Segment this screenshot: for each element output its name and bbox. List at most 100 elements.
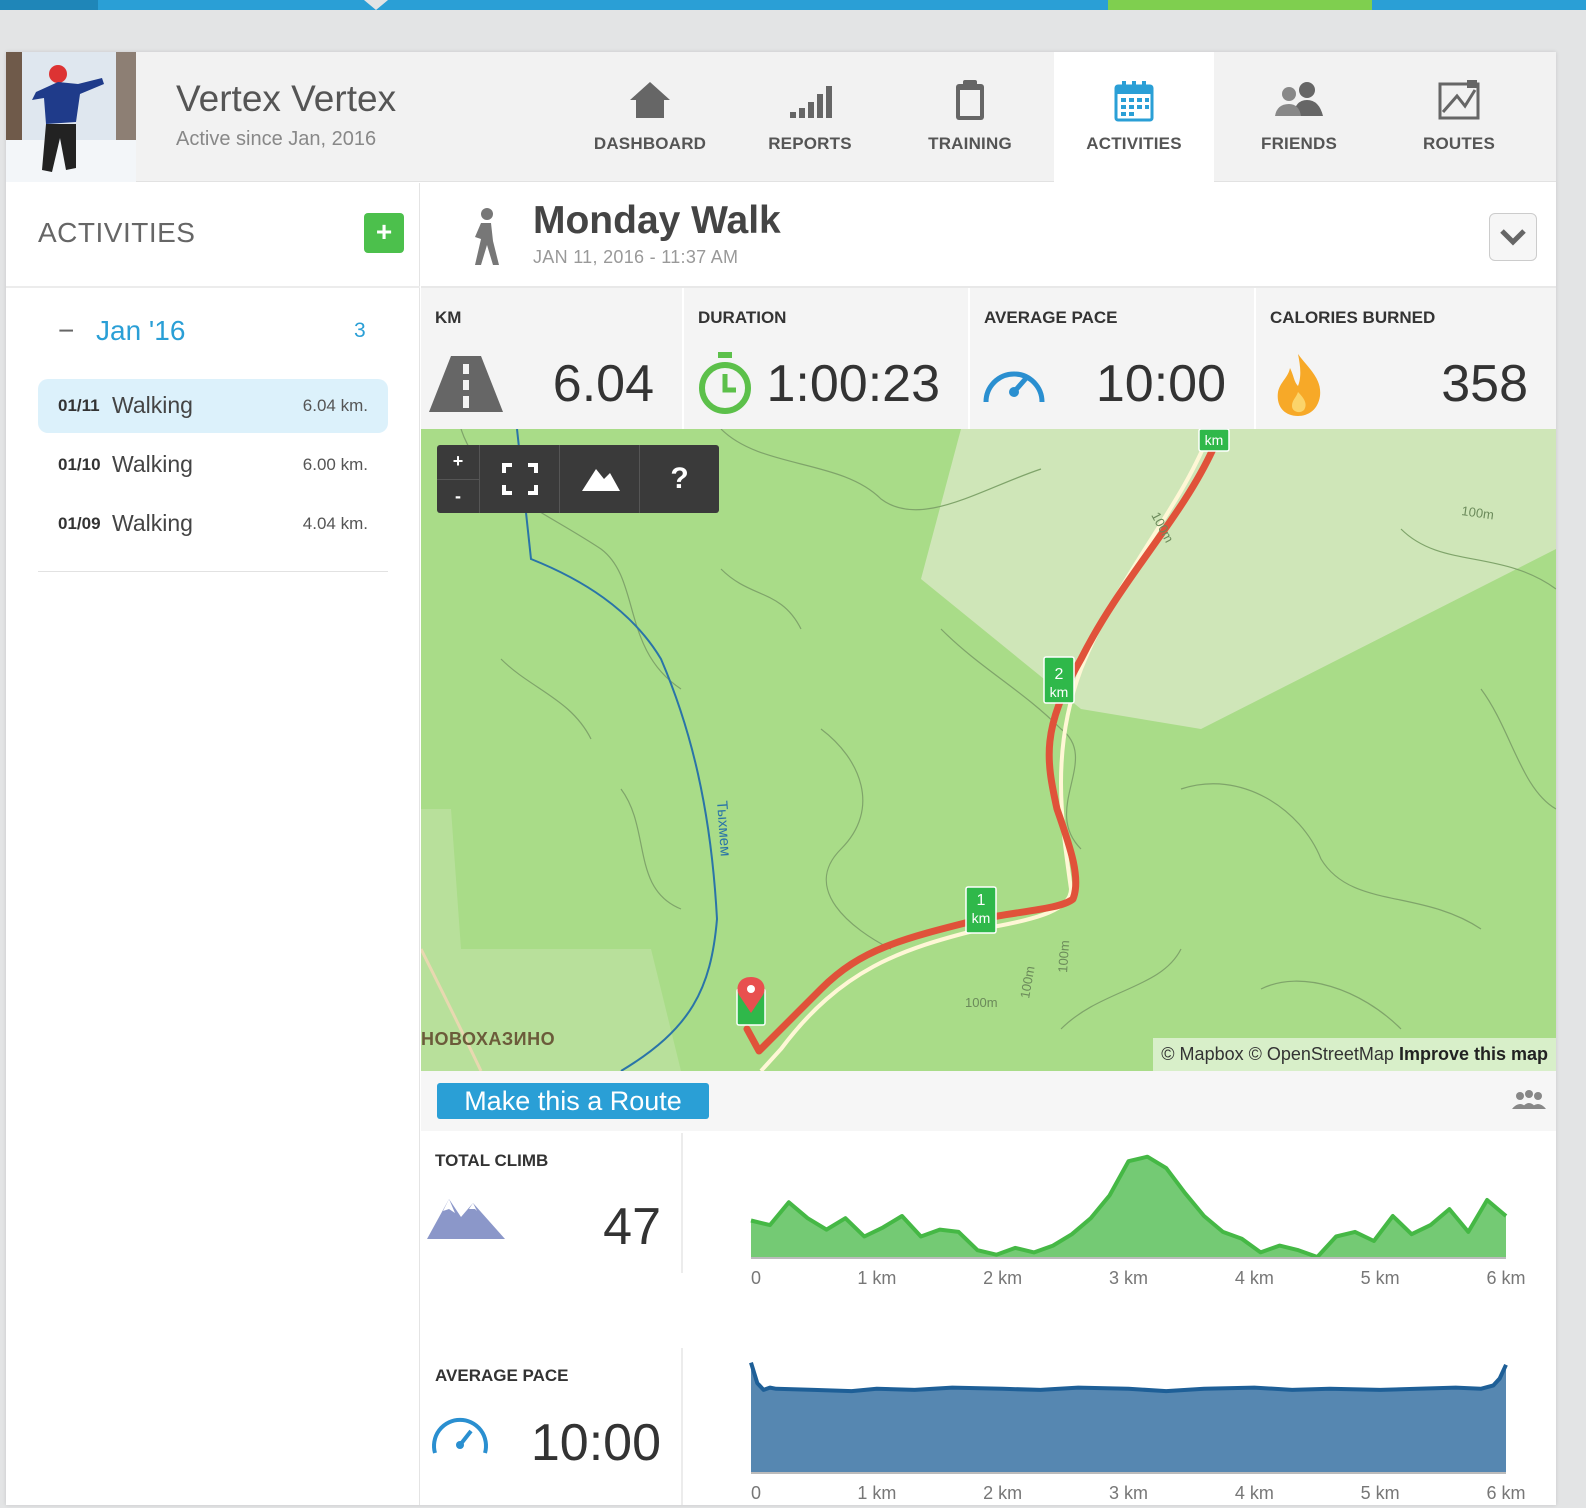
start-pin-icon[interactable]	[736, 977, 766, 1026]
mountain-icon	[582, 469, 620, 491]
stat-label: CALORIES BURNED	[1270, 308, 1436, 327]
divider	[681, 1348, 683, 1505]
stat-value: 358	[1441, 355, 1528, 413]
activity-distance: 6.04 km.	[302, 396, 368, 415]
nav-label: DASHBOARD	[593, 134, 707, 153]
divider	[681, 1133, 683, 1273]
activity-datetime: JAN 11, 2016 - 11:37 AM	[533, 247, 739, 267]
nav-label: REPORTS	[768, 134, 852, 153]
nav-label: TRAINING	[928, 134, 1012, 153]
chart-area	[751, 1362, 1506, 1472]
map-help-button[interactable]: ?	[639, 445, 719, 513]
average-pace-label: AVERAGE PACE	[435, 1366, 569, 1385]
activity-list-item[interactable]: 01/09 Walking 4.04 km.	[38, 497, 388, 551]
stat-average-pace: AVERAGE PACE 10:00	[970, 288, 1256, 431]
map-attribution: © Mapbox © OpenStreetMap Improve this ma…	[1153, 1038, 1556, 1071]
km-marker[interactable]: 1 km	[965, 886, 997, 934]
stat-value: 6.04	[552, 355, 654, 413]
chart-tick-label: 5 km	[1361, 1483, 1400, 1503]
attribution-text[interactable]: © Mapbox © OpenStreetMap	[1161, 1044, 1394, 1064]
activity-list-item[interactable]: 01/10 Walking 6.00 km.	[38, 438, 388, 492]
activity-title: Monday Walk	[533, 199, 781, 242]
month-count: 3	[354, 319, 366, 342]
top-accent-segment	[0, 0, 98, 10]
activity-date: 01/09	[58, 514, 101, 533]
friends-icon	[1275, 82, 1323, 116]
clipboard-icon	[956, 80, 984, 120]
chart-tick-label: 1 km	[857, 1268, 896, 1288]
activity-distance: 4.04 km.	[302, 514, 368, 533]
app-card: Vertex Vertex Active since Jan, 2016 DAS…	[6, 52, 1556, 1505]
nav-routes[interactable]: ROUTES	[1379, 52, 1539, 182]
stopwatch-icon	[699, 352, 751, 414]
activity-list-item[interactable]: 01/11 Walking 6.04 km.	[38, 379, 388, 433]
nav-training[interactable]: TRAINING	[890, 52, 1050, 182]
nav-activities[interactable]: ACTIVITIES	[1054, 52, 1214, 182]
chart-tick-label: 3 km	[1109, 1483, 1148, 1503]
chart-tick-label: 3 km	[1109, 1268, 1148, 1288]
km-marker[interactable]: km	[1198, 429, 1230, 452]
chart-tick-label: 2 km	[983, 1268, 1022, 1288]
total-climb-label: TOTAL CLIMB	[435, 1151, 549, 1170]
user-name: Vertex Vertex	[176, 78, 397, 119]
nav-label: ROUTES	[1422, 134, 1496, 153]
route-map[interactable]: km 2 km 1 km 100m 100m 100m 100m 100m Ты…	[421, 429, 1556, 1071]
stats-bar: KM 6.04 DURATION 1:00:23 AVERAGE PACE 10…	[421, 286, 1556, 431]
nav-dashboard[interactable]: DASHBOARD	[570, 52, 730, 182]
km-marker-label: km	[1205, 432, 1224, 448]
top-accent-segment-green	[1108, 0, 1372, 10]
activity-type: Walking	[112, 510, 193, 536]
chart-area	[751, 1156, 1506, 1257]
activity-date: 01/11	[58, 396, 100, 415]
stat-duration: DURATION 1:00:23	[684, 288, 970, 431]
chart-tick-label: 1 km	[857, 1483, 896, 1503]
stat-label: KM	[435, 308, 462, 327]
elevation-chart[interactable]: 0 1 km 2 km 3 km 4 km 5 km 6 km	[721, 1133, 1541, 1293]
calendar-icon	[1114, 81, 1154, 122]
chevron-down-icon	[1500, 229, 1526, 246]
make-route-button[interactable]: Make this a Route	[437, 1083, 709, 1119]
km-marker[interactable]: 2 km	[1043, 656, 1075, 704]
stat-label: DURATION	[698, 308, 787, 327]
divider	[38, 571, 388, 572]
user-since: Active since Jan, 2016	[176, 128, 377, 150]
collapse-month-toggle[interactable]: −	[58, 315, 74, 347]
chart-series-line	[749, 1362, 1508, 1394]
flame-icon	[1277, 354, 1321, 416]
zoom-in-button[interactable]: +	[437, 445, 479, 479]
average-pace-value: 10:00	[530, 1414, 661, 1472]
activity-type: Walking	[112, 451, 193, 477]
sidebar-title: ACTIVITIES	[38, 217, 196, 248]
month-label[interactable]: Jan '16	[96, 315, 185, 347]
add-activity-button[interactable]: +	[364, 213, 404, 253]
terrain-button[interactable]	[559, 445, 639, 513]
pace-chart[interactable]: 0 1 km 2 km 3 km 4 km 5 km 6 km	[721, 1348, 1541, 1508]
fullscreen-icon	[502, 463, 538, 495]
improve-map-link[interactable]: Improve this map	[1399, 1044, 1548, 1064]
nav-friends[interactable]: FRIENDS	[1219, 52, 1379, 182]
contour-label: 100m	[965, 995, 998, 1010]
stat-distance: KM 6.04	[421, 288, 684, 431]
nav-reports[interactable]: REPORTS	[730, 52, 890, 182]
total-climb-value: 47	[603, 1198, 661, 1256]
stat-label: AVERAGE PACE	[984, 308, 1118, 327]
town-label: НОВОХАЗИНО	[421, 1029, 556, 1049]
avatar[interactable]	[6, 52, 136, 182]
speedometer-icon	[432, 1417, 488, 1454]
chart-tick-label: 6 km	[1486, 1483, 1525, 1503]
group-icon[interactable]	[1512, 1089, 1546, 1111]
chart-tick-label: 4 km	[1235, 1268, 1274, 1288]
activity-date: 01/10	[58, 455, 101, 474]
stat-value: 10:00	[1095, 355, 1226, 413]
chart-tick-label: 6 km	[1486, 1268, 1525, 1288]
zoom-out-button[interactable]: -	[437, 479, 479, 513]
walking-person-icon	[475, 208, 499, 265]
contour-label: 100m	[1055, 940, 1072, 973]
nav-label: FRIENDS	[1260, 134, 1338, 153]
top-accent-notch	[364, 0, 388, 10]
chart-tick-label: 2 km	[983, 1483, 1022, 1503]
activity-options-button[interactable]	[1489, 213, 1537, 261]
profile-header: Vertex Vertex Active since Jan, 2016 DAS…	[6, 52, 1556, 182]
map-canvas[interactable]: km 2 km 1 km 100m 100m 100m 100m 100m Ты…	[421, 429, 1556, 1071]
fullscreen-button[interactable]	[479, 445, 559, 513]
